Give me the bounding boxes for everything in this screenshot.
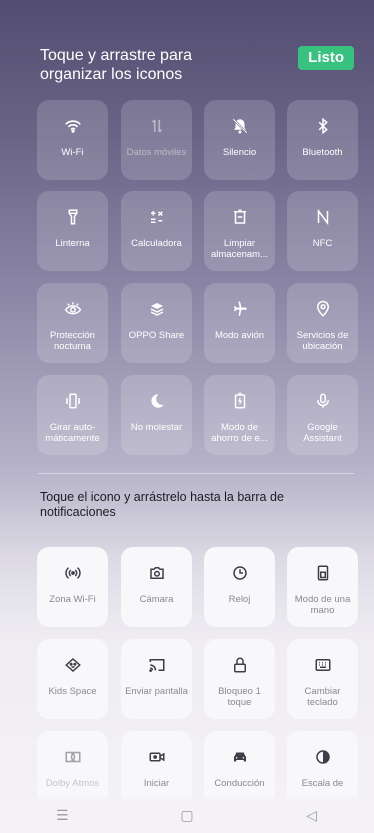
tile-label: Wi-Fi	[61, 147, 84, 158]
tile-label: Modo de ahorro de e...	[211, 422, 268, 444]
kids-space-icon	[37, 653, 108, 677]
auto-rotate-icon	[37, 389, 108, 413]
flashlight-icon	[37, 205, 108, 229]
mobile-data-icon	[121, 114, 192, 138]
tile-nfc[interactable]: NFC	[287, 191, 358, 271]
home-icon[interactable]: ▢	[167, 807, 207, 824]
lock-icon	[204, 653, 275, 677]
grayscale-icon	[287, 745, 358, 769]
available-section-title: Toque el icono y arrástrelo hasta la bar…	[40, 490, 284, 519]
keyboard-icon	[287, 653, 358, 677]
page-title: Toque y arrastre para organizar los icon…	[40, 47, 193, 83]
tile-auto-rotate[interactable]: Girar auto-máticamente	[37, 375, 108, 455]
airplane-icon	[204, 297, 275, 321]
tile-oppo-share[interactable]: OPPO Share	[121, 283, 192, 363]
tile-night-protection[interactable]: Protección nocturna	[37, 283, 108, 363]
bell-off-icon	[204, 114, 275, 138]
tile-bluetooth[interactable]: Bluetooth	[287, 100, 358, 180]
tile-flashlight[interactable]: Linterna	[37, 191, 108, 271]
back-icon[interactable]: ◁	[292, 807, 332, 824]
tile-hotspot[interactable]: Zona Wi-Fi	[37, 547, 108, 627]
tile-label: Servicios de ubicación	[296, 330, 349, 352]
wifi-icon	[37, 114, 108, 138]
tile-label: Bluetooth	[302, 147, 343, 158]
calculator-icon	[121, 205, 192, 229]
tile-label: No molestar	[130, 422, 183, 433]
done-button[interactable]: Listo	[298, 46, 354, 70]
tile-label: Escala de	[301, 778, 344, 789]
clean-storage-icon	[204, 205, 275, 229]
tile-label: NFC	[312, 238, 333, 249]
tile-label: Modo de una mano	[294, 594, 351, 616]
tile-label: OPPO Share	[128, 330, 185, 341]
clock-icon	[204, 561, 275, 585]
bluetooth-icon	[287, 114, 358, 138]
oppo-share-icon	[121, 297, 192, 321]
tile-label: Linterna	[55, 238, 90, 249]
quick-settings-editor: Toque y arrastre para organizar los icon…	[0, 0, 374, 833]
tile-label: Enviar pantalla	[125, 686, 188, 697]
tile-label: Datos móviles	[126, 147, 187, 158]
hotspot-icon	[37, 561, 108, 585]
tile-camera[interactable]: Cámara	[121, 547, 192, 627]
tile-label: Limpiar almacenam...	[210, 238, 269, 260]
tile-calculator[interactable]: Calculadora	[121, 191, 192, 271]
tile-clock[interactable]: Reloj	[204, 547, 275, 627]
menu-icon[interactable]: ☰	[42, 807, 82, 824]
car-icon	[204, 745, 275, 769]
tile-label: Kids Space	[48, 686, 97, 697]
tile-battery-saver[interactable]: Modo de ahorro de e...	[204, 375, 275, 455]
nfc-icon	[287, 205, 358, 229]
cast-icon	[121, 653, 192, 677]
tile-label: Google Assistant	[303, 422, 342, 444]
tile-airplane-mode[interactable]: Modo avión	[204, 283, 275, 363]
dolby-icon	[37, 745, 108, 769]
tile-label: Dolby Atmos	[45, 778, 100, 789]
tile-label: Silencio	[222, 147, 257, 158]
tile-label: Modo avión	[214, 330, 265, 341]
tile-label: Reloj	[228, 594, 251, 605]
section-divider	[38, 473, 354, 474]
tile-label: Conducción	[214, 778, 265, 789]
tile-do-not-disturb[interactable]: No molestar	[121, 375, 192, 455]
tile-location-services[interactable]: Servicios de ubicación	[287, 283, 358, 363]
tile-google-assistant[interactable]: Google Assistant	[287, 375, 358, 455]
tile-label: Calculadora	[131, 238, 182, 249]
tile-silence[interactable]: Silencio	[204, 100, 275, 180]
tile-label: Zona Wi-Fi	[49, 594, 96, 605]
tile-kids-space[interactable]: Kids Space	[37, 639, 108, 719]
tile-change-keyboard[interactable]: Cambiar teclado	[287, 639, 358, 719]
tile-one-touch-lock[interactable]: Bloqueo 1 toque	[204, 639, 275, 719]
tile-label: Cambiar teclado	[304, 686, 341, 708]
tile-one-hand-mode[interactable]: Modo de una mano	[287, 547, 358, 627]
camera-icon	[121, 561, 192, 585]
microphone-icon	[287, 389, 358, 413]
tile-mobile-data[interactable]: Datos móviles	[121, 100, 192, 180]
eye-comfort-icon	[37, 297, 108, 321]
header: Toque y arrastre para organizar los icon…	[40, 44, 354, 88]
tile-clean-storage[interactable]: Limpiar almacenam...	[204, 191, 275, 271]
tile-label: Protección nocturna	[50, 330, 95, 352]
tile-label: Iniciar	[143, 778, 170, 789]
tile-wifi[interactable]: Wi-Fi	[37, 100, 108, 180]
screen-record-icon	[121, 745, 192, 769]
tile-label: Cámara	[139, 594, 174, 605]
system-navigation-bar: ☰ ▢ ◁	[0, 797, 374, 833]
moon-icon	[121, 389, 192, 413]
location-icon	[287, 297, 358, 321]
tile-label: Girar auto-máticamente	[45, 422, 100, 444]
battery-saver-icon	[204, 389, 275, 413]
tile-label: Bloqueo 1 toque	[218, 686, 261, 708]
one-hand-icon	[287, 561, 358, 585]
tile-cast-screen[interactable]: Enviar pantalla	[121, 639, 192, 719]
